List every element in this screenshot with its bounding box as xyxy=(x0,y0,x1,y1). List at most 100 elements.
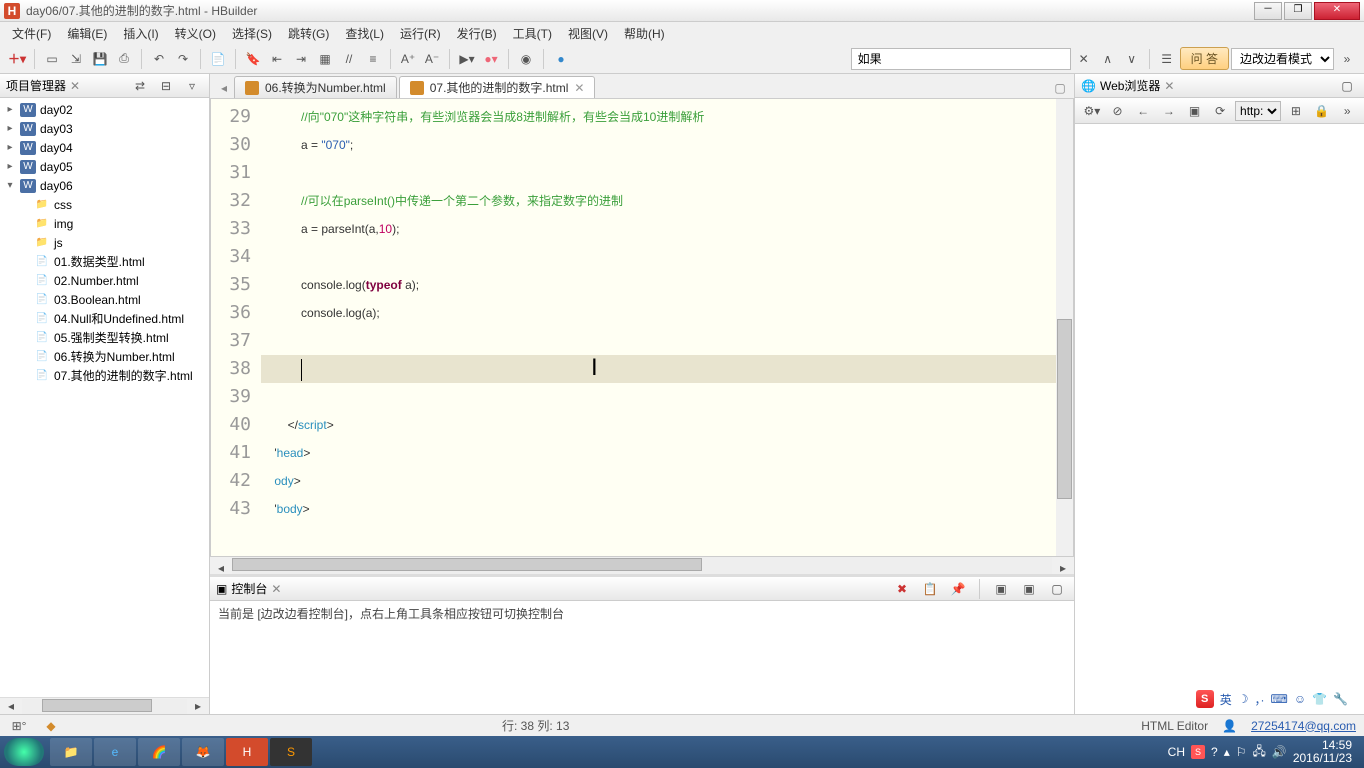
tree-item[interactable]: 📄04.Null和Undefined.html xyxy=(0,309,209,328)
ime-toolbar[interactable]: S 英 ☽ ，· ⌨ ☺ 👕 🔧 xyxy=(1192,688,1352,710)
menu-run[interactable]: 运行(R) xyxy=(392,23,449,44)
tree-item[interactable]: 📄01.数据类型.html xyxy=(0,252,209,271)
tab-close-icon[interactable]: ✕ xyxy=(574,81,584,95)
tree-item[interactable]: ▸Wday03 xyxy=(0,119,209,138)
panel-close-icon[interactable]: ✕ xyxy=(70,79,80,93)
run-firefox-icon[interactable]: ●▾ xyxy=(480,48,502,70)
tree-item[interactable]: 📄03.Boolean.html xyxy=(0,290,209,309)
editor-vscroll[interactable] xyxy=(1056,99,1073,556)
menu-select[interactable]: 选择(S) xyxy=(224,23,280,44)
tray-flag-icon[interactable]: ⚐ xyxy=(1236,745,1247,759)
menu-publish[interactable]: 发行(B) xyxy=(449,23,505,44)
open-icon[interactable]: ▭ xyxy=(41,48,63,70)
browser-max-icon[interactable]: ▢ xyxy=(1336,75,1358,97)
ime-tool-icon[interactable]: 🔧 xyxy=(1333,692,1348,706)
tree-item[interactable]: 📄07.其他的进制的数字.html xyxy=(0,366,209,385)
console-pin-icon[interactable]: 📌 xyxy=(947,578,969,600)
ime-punct-icon[interactable]: ，· xyxy=(1255,691,1265,708)
collapse-icon[interactable]: ⊟ xyxy=(155,75,177,97)
tree-item[interactable]: 📄06.转换为Number.html xyxy=(0,347,209,366)
tray-vol-icon[interactable]: 🔊 xyxy=(1272,745,1287,759)
indent-icon[interactable]: ⇥ xyxy=(290,48,312,70)
menu-find[interactable]: 查找(L) xyxy=(337,23,392,44)
browser-reload-icon[interactable]: ⟳ xyxy=(1209,100,1231,122)
taskbar[interactable]: 📁 e 🌈 🦊 H S CH S ? ▴ ⚐ 🖧 🔊 14:59 2016/11… xyxy=(0,736,1364,768)
tab-prev-icon[interactable]: ◂ xyxy=(214,78,234,98)
tray-ch[interactable]: CH xyxy=(1168,745,1185,759)
tree-item[interactable]: 📁js xyxy=(0,233,209,252)
link-icon[interactable]: ⇄ xyxy=(129,75,151,97)
console-opt2-icon[interactable]: ▣ xyxy=(1018,578,1040,600)
ime-lang[interactable]: 英 xyxy=(1220,691,1232,708)
console-output[interactable]: 当前是 [边改边看控制台]，点右上角工具条相应按钮可切换控制台 xyxy=(210,601,1074,714)
editor-hscroll[interactable]: ◂ ▸ xyxy=(210,557,1074,574)
close-button[interactable]: ✕ xyxy=(1314,2,1360,20)
search-clear-icon[interactable]: ✕ xyxy=(1073,48,1095,70)
ime-face-icon[interactable]: ☺ xyxy=(1294,692,1306,706)
menu-view[interactable]: 视图(V) xyxy=(560,23,616,44)
menu-help[interactable]: 帮助(H) xyxy=(616,23,673,44)
save-icon[interactable]: 💾 xyxy=(89,48,111,70)
user-link[interactable]: 27254174@qq.com xyxy=(1251,719,1356,733)
save-all-icon[interactable]: ⎙ xyxy=(113,48,135,70)
browser-more-icon[interactable]: » xyxy=(1336,100,1358,122)
code-area[interactable]: //向"070"这种字符串，有些浏览器会当成8进制解析，有些会当成10进制解析 … xyxy=(261,99,1056,556)
menu-icon[interactable]: ▿ xyxy=(181,75,203,97)
tab-inactive[interactable]: 06.转换为Number.html xyxy=(234,76,397,98)
tray-date[interactable]: 2016/11/23 xyxy=(1293,752,1352,765)
font-dec-icon[interactable]: A⁻ xyxy=(421,48,443,70)
sogou-icon[interactable]: S xyxy=(1196,690,1214,708)
import-icon[interactable]: ⇲ xyxy=(65,48,87,70)
browser-gear-icon[interactable]: ⚙▾ xyxy=(1081,100,1103,122)
ime-moon-icon[interactable]: ☽ xyxy=(1238,692,1249,706)
titlebar[interactable]: H day06/07.其他的进制的数字.html - HBuilder － ❐ … xyxy=(0,0,1364,22)
ime-keyboard-icon[interactable]: ⌨ xyxy=(1271,692,1288,706)
comment-icon[interactable]: // xyxy=(338,48,360,70)
start-button[interactable] xyxy=(4,738,44,766)
tree-item[interactable]: ▸Wday05 xyxy=(0,157,209,176)
browser-back-icon[interactable]: ← xyxy=(1132,100,1154,122)
doc-icon[interactable]: 📄 xyxy=(207,48,229,70)
block-icon[interactable]: ▦ xyxy=(314,48,336,70)
new-button[interactable]: ＋▾ xyxy=(6,48,28,70)
restore-button[interactable]: ❐ xyxy=(1284,2,1312,20)
task-firefox[interactable]: 🦊 xyxy=(182,738,224,766)
task-ie[interactable]: e xyxy=(94,738,136,766)
tree-item[interactable]: ▾Wday06 xyxy=(0,176,209,195)
search-up-icon[interactable]: ∧ xyxy=(1097,48,1119,70)
menu-goto[interactable]: 跳转(G) xyxy=(280,23,337,44)
arrow-icon[interactable]: » xyxy=(1336,48,1358,70)
browser-stop-icon[interactable]: ⊘ xyxy=(1107,100,1129,122)
stop-icon[interactable]: ◉ xyxy=(515,48,537,70)
browser-grid-icon[interactable]: ⊞ xyxy=(1285,100,1307,122)
search-input[interactable] xyxy=(851,48,1071,70)
browser-close-icon[interactable]: ✕ xyxy=(1164,79,1174,93)
task-sublime[interactable]: S xyxy=(270,738,312,766)
browser-lock-icon[interactable]: 🔒 xyxy=(1311,100,1333,122)
browser-proto-select[interactable]: http: xyxy=(1235,101,1281,121)
menu-tools[interactable]: 工具(T) xyxy=(505,23,560,44)
console-close-icon[interactable]: ✕ xyxy=(271,582,281,596)
tab-active[interactable]: 07.其他的进制的数字.html ✕ xyxy=(399,76,596,98)
browser-viewport[interactable] xyxy=(1075,124,1364,714)
tree-item[interactable]: ▸Wday04 xyxy=(0,138,209,157)
format-icon[interactable]: ≡ xyxy=(362,48,384,70)
status-icon2[interactable]: ◆ xyxy=(40,715,62,737)
undo-icon[interactable]: ↶ xyxy=(148,48,170,70)
list-icon[interactable]: ☰ xyxy=(1156,48,1178,70)
tray-net-icon[interactable]: 🖧 xyxy=(1252,742,1265,763)
status-icon1[interactable]: ⊞° xyxy=(8,715,30,737)
code-editor[interactable]: 293031323334353637383940414243 //向"070"这… xyxy=(210,98,1074,557)
task-explorer[interactable]: 📁 xyxy=(50,738,92,766)
run-chrome-icon[interactable]: ▶▾ xyxy=(456,48,478,70)
console-copy-icon[interactable]: 📋 xyxy=(919,578,941,600)
browser-fwd-icon[interactable]: → xyxy=(1158,100,1180,122)
tray-help-icon[interactable]: ? xyxy=(1211,745,1218,759)
menu-file[interactable]: 文件(F) xyxy=(4,23,59,44)
console-clear-icon[interactable]: ✖ xyxy=(891,578,913,600)
system-tray[interactable]: CH S ? ▴ ⚐ 🖧 🔊 14:59 2016/11/23 xyxy=(1168,739,1360,765)
ime-skin-icon[interactable]: 👕 xyxy=(1312,692,1327,706)
menu-insert[interactable]: 插入(I) xyxy=(115,23,166,44)
console-max-icon[interactable]: ▢ xyxy=(1046,578,1068,600)
menu-edit[interactable]: 编辑(E) xyxy=(59,23,115,44)
